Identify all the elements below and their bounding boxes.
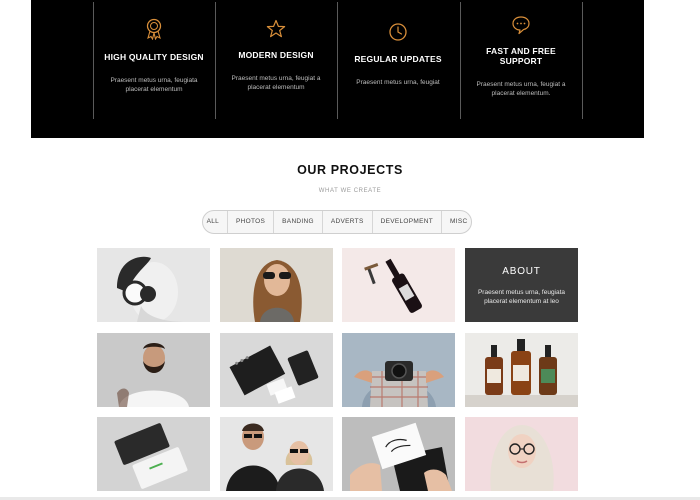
feature-divider [337, 2, 338, 119]
about-text: Praesent metus urna, feugiata placerat e… [477, 289, 566, 305]
feature-desc: Praesent metus urna, feugiat a placerat … [231, 75, 321, 91]
feature-desc: Praesent metus urna, feugiat [356, 79, 440, 86]
feature-modern-design: MODERN DESIGN Praesent metus urna, feugi… [215, 2, 337, 119]
project-tile-bearded-man[interactable] [97, 333, 210, 407]
project-tile-wine-bottle[interactable] [342, 248, 455, 322]
feature-high-quality: HIGH QUALITY DESIGN Praesent metus urna,… [93, 2, 215, 119]
filter-misc[interactable]: MISC [441, 211, 475, 233]
feature-divider [582, 2, 583, 119]
star-icon [215, 19, 337, 39]
feature-desc: Praesent metus urna, feugiat a placerat … [476, 81, 566, 97]
clock-icon [337, 22, 459, 42]
project-tile-stationery[interactable] [220, 333, 333, 407]
chat-bubble-icon [460, 15, 582, 35]
filter-banding[interactable]: BANDING [273, 211, 322, 233]
filter-adverts[interactable]: ADVERTS [321, 211, 372, 233]
feature-title: REGULAR UPDATES [354, 54, 442, 64]
project-filter-bar: ALL PHOTOS BANDING ADVERTS DEVELOPMENT M… [202, 210, 472, 234]
filter-development[interactable]: DEVELOPMENT [371, 211, 441, 233]
feature-title: HIGH QUALITY DESIGN [104, 52, 204, 62]
filter-photos[interactable]: PHOTOS [227, 211, 273, 233]
feature-desc: Praesent metus urna, feugiata placerat e… [110, 77, 198, 93]
project-tile-thank-you-card[interactable] [342, 417, 455, 491]
project-tile-sunglasses-woman[interactable] [220, 248, 333, 322]
project-tile-camera-photographer[interactable] [342, 333, 455, 407]
project-tile-business-cards[interactable] [97, 417, 210, 491]
feature-title: MODERN DESIGN [238, 50, 314, 60]
project-tile-couple-leather[interactable] [220, 417, 333, 491]
project-tile-amber-bottles[interactable] [465, 333, 578, 407]
feature-title: FAST AND FREE SUPPORT [486, 46, 556, 66]
about-tile: ABOUT Praesent metus urna, feugiata plac… [465, 248, 578, 322]
project-tile-woman-glasses[interactable] [465, 417, 578, 491]
about-title: ABOUT [502, 266, 541, 277]
features-band: HIGH QUALITY DESIGN Praesent metus urna,… [31, 0, 644, 138]
feature-regular-updates: REGULAR UPDATES Praesent metus urna, feu… [337, 2, 459, 119]
award-icon [93, 18, 215, 40]
projects-title: OUR PROJECTS [297, 163, 403, 177]
projects-subtitle: WHAT WE CREATE [318, 188, 382, 194]
project-tile-headphones[interactable] [97, 248, 210, 322]
filter-all[interactable]: ALL [199, 211, 227, 233]
feature-fast-support: FAST AND FREE SUPPORT Praesent metus urn… [460, 2, 583, 119]
